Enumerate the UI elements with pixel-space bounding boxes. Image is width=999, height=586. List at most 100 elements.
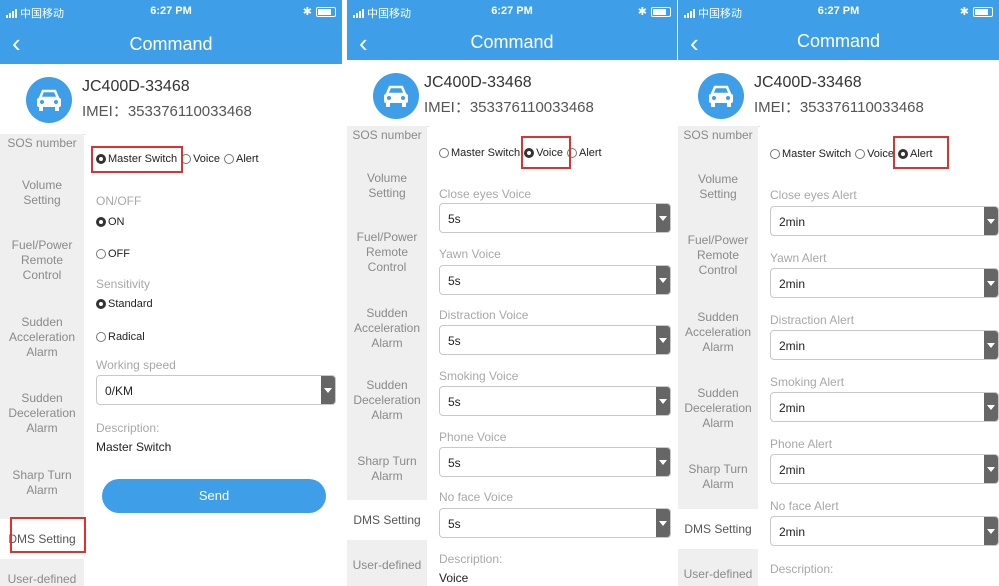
radical-label: Radical — [108, 331, 145, 343]
device-header: JC400D-33468 IMEI：353376110033468 — [347, 60, 677, 127]
status-time: 6:27 PM — [491, 5, 533, 17]
car-icon — [26, 77, 72, 123]
phone-select[interactable]: 5s — [439, 447, 671, 477]
dropdown-arrow-icon — [656, 326, 670, 354]
sidebar-item-fuel[interactable]: Fuel/Power Remote Control — [684, 233, 752, 278]
alert-radio[interactable] — [224, 154, 234, 164]
battery-icon — [316, 6, 336, 17]
yawn-select[interactable]: 5s — [439, 265, 671, 295]
phone-screen-voice: 中国移动 6:27 PM ✱ ‹ Command JC400D-33468 IM… — [347, 0, 677, 586]
close-eyes-value: 2min — [779, 215, 806, 229]
noface-select[interactable]: 2min — [770, 516, 999, 546]
sidebar-item-volume[interactable]: Volume Setting — [357, 171, 417, 201]
description-value: Voice — [439, 571, 469, 585]
working-speed-label: Working speed — [96, 358, 176, 372]
highlight-box — [10, 517, 86, 553]
smoking-label: Smoking Voice — [439, 369, 519, 383]
standard-radio[interactable] — [96, 299, 106, 309]
phone-value: 5s — [448, 456, 461, 470]
dms-content: Master Switch Voice Alert ON/OFF ON OFF … — [86, 134, 342, 586]
sidebar-item-fuel[interactable]: Fuel/Power Remote Control — [353, 230, 421, 275]
sidebar-item-volume[interactable]: Volume Setting — [12, 178, 72, 208]
distraction-value: 5s — [448, 334, 461, 348]
status-time: 6:27 PM — [817, 5, 860, 17]
distraction-value: 2min — [779, 339, 806, 353]
radical-option[interactable]: Radical — [96, 331, 145, 343]
battery-icon — [651, 6, 671, 17]
status-bar: 中国移动 6:27 PM ✱ — [0, 0, 342, 24]
radical-radio[interactable] — [96, 332, 106, 342]
off-option[interactable]: OFF — [96, 248, 130, 260]
master-switch-radio[interactable] — [439, 148, 449, 158]
sidebar-item-user-defined[interactable]: User-defined — [678, 567, 758, 582]
sidebar-item-sharp[interactable]: Sharp Turn Alarm — [355, 454, 419, 484]
sidebar-item-decel[interactable]: Sudden Deceleration Alarm — [0, 391, 84, 436]
noface-value: 5s — [448, 517, 461, 531]
nav-bar: ‹ Command — [0, 24, 342, 64]
smoking-value: 2min — [779, 401, 806, 415]
distraction-select[interactable]: 2min — [770, 330, 999, 360]
off-radio[interactable] — [96, 249, 106, 259]
sidebar-item-sos[interactable]: SOS number — [347, 128, 427, 143]
dropdown-arrow-icon — [656, 204, 670, 232]
master-switch-label: Master Switch — [451, 147, 521, 159]
smoking-select[interactable]: 2min — [770, 392, 999, 422]
description-value: Master Switch — [96, 440, 172, 454]
sidebar-item-accel[interactable]: Sudden Acceleration Alarm — [0, 315, 84, 360]
dropdown-arrow-icon — [656, 266, 670, 294]
on-radio[interactable] — [96, 217, 106, 227]
sidebar-item-sharp[interactable]: Sharp Turn Alarm — [686, 462, 750, 492]
sidebar-item-accel[interactable]: Sudden Acceleration Alarm — [347, 306, 427, 351]
dropdown-arrow-icon — [321, 376, 335, 404]
noface-label: No face Voice — [439, 490, 514, 504]
close-eyes-label: Close eyes Alert — [770, 188, 857, 202]
highlight-box — [893, 136, 949, 169]
yawn-select[interactable]: 2min — [770, 268, 999, 298]
noface-select[interactable]: 5s — [439, 508, 671, 538]
sidebar-item-fuel[interactable]: Fuel/Power Remote Control — [6, 238, 78, 283]
voice-label: Voice — [193, 153, 220, 165]
dms-content: Master Switch Voice Alert Close eyes Voi… — [429, 126, 677, 586]
device-name: JC400D-33468 — [82, 78, 190, 95]
sidebar-item-sharp[interactable]: Sharp Turn Alarm — [10, 468, 74, 498]
distraction-select[interactable]: 5s — [439, 325, 671, 355]
bluetooth-icon: ✱ — [302, 6, 312, 18]
standard-option[interactable]: Standard — [96, 298, 153, 310]
master-switch-radio[interactable] — [770, 149, 780, 159]
send-button[interactable]: Send — [102, 479, 326, 513]
close-eyes-select[interactable]: 2min — [770, 206, 999, 236]
on-option[interactable]: ON — [96, 216, 125, 228]
page-title: Command — [470, 32, 554, 52]
yawn-value: 2min — [779, 277, 806, 291]
working-speed-select[interactable]: 0/KM — [96, 375, 336, 405]
close-eyes-label: Close eyes Voice — [439, 187, 532, 201]
device-imei: IMEI：353376110033468 — [424, 99, 594, 116]
voice-radio[interactable] — [855, 149, 866, 159]
sensitivity-label: Sensitivity — [96, 277, 151, 291]
sidebar: SOS number Volume Setting Fuel/Power Rem… — [678, 126, 758, 586]
sidebar-item-decel[interactable]: Sudden Deceleration Alarm — [678, 386, 758, 431]
close-eyes-select[interactable]: 5s — [439, 203, 671, 233]
status-bar: 中国移动 6:27 PM ✱ — [347, 0, 677, 24]
device-header: JC400D-33468 IMEI：353376110033468 — [0, 64, 342, 135]
sidebar-item-volume[interactable]: Volume Setting — [688, 172, 748, 202]
sidebar-item-dms[interactable]: DMS Setting — [347, 500, 427, 540]
sidebar-item-user-defined[interactable]: User-defined — [0, 572, 84, 586]
battery-icon — [973, 6, 993, 17]
smoking-select[interactable]: 5s — [439, 386, 671, 416]
sidebar-item-sos[interactable]: SOS number — [678, 128, 758, 143]
phone-select[interactable]: 2min — [770, 454, 999, 484]
description-label: Description: — [770, 562, 834, 576]
distraction-label: Distraction Voice — [439, 308, 529, 322]
sidebar-item-decel[interactable]: Sudden Deceleration Alarm — [347, 378, 427, 423]
yawn-label: Yawn Alert — [770, 251, 827, 265]
sidebar-item-accel[interactable]: Sudden Acceleration Alarm — [678, 310, 758, 355]
phone-screen-master-switch: 中国移动 6:27 PM ✱ ‹ Command JC400D-33468 IM… — [0, 0, 342, 586]
sidebar-item-dms[interactable]: DMS Setting — [678, 509, 758, 549]
sidebar-item-user-defined[interactable]: User-defined — [347, 558, 427, 573]
device-header: JC400D-33468 IMEI：353376110033468 — [678, 60, 999, 127]
onoff-label: ON/OFF — [96, 194, 142, 208]
sidebar-item-sos[interactable]: SOS number — [0, 136, 84, 150]
highlight-box — [91, 146, 183, 173]
dropdown-arrow-icon — [656, 509, 670, 537]
